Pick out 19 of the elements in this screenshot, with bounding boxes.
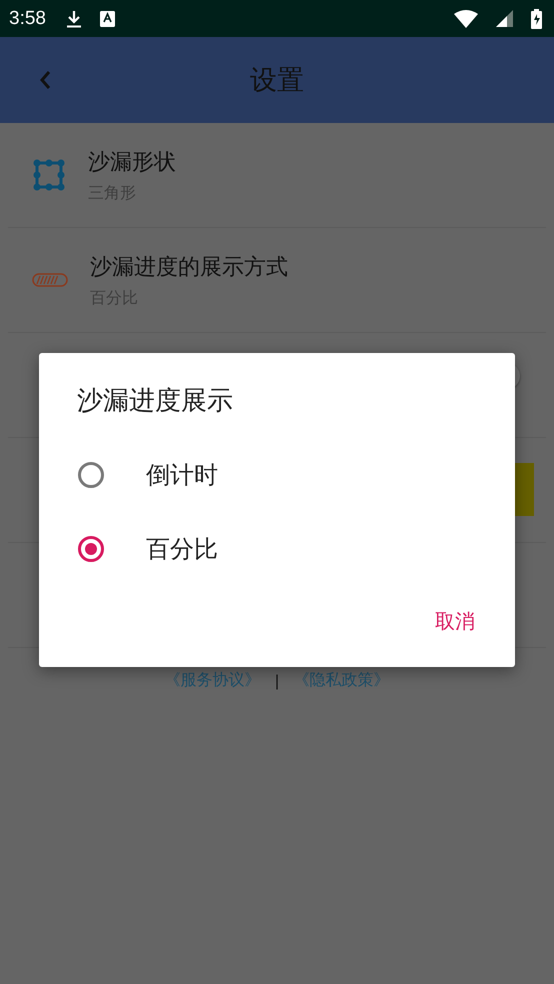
keyboard-icon xyxy=(100,10,115,26)
battery-icon xyxy=(531,8,542,28)
option-label[interactable]: 倒计时 xyxy=(146,459,218,491)
download-icon xyxy=(66,10,82,28)
setting-title: 沙漏形状 xyxy=(88,148,176,176)
dotted-square-icon xyxy=(32,158,66,192)
back-icon xyxy=(39,70,51,90)
page-title: 设置 xyxy=(250,64,304,98)
link-separator: | xyxy=(274,672,280,690)
progress-bar-icon xyxy=(32,273,68,287)
cancel-button[interactable]: 取消 xyxy=(431,602,479,641)
status-time: 3:58 xyxy=(9,8,46,30)
signal-icon xyxy=(496,10,513,27)
radio-button[interactable] xyxy=(78,462,104,488)
radio-button[interactable] xyxy=(78,536,104,562)
setting-title: 沙漏进度的展示方式 xyxy=(90,254,288,282)
dialog-title: 沙漏进度展示 xyxy=(77,385,234,418)
option-label[interactable]: 百分比 xyxy=(146,533,218,565)
wifi-icon xyxy=(454,10,478,28)
